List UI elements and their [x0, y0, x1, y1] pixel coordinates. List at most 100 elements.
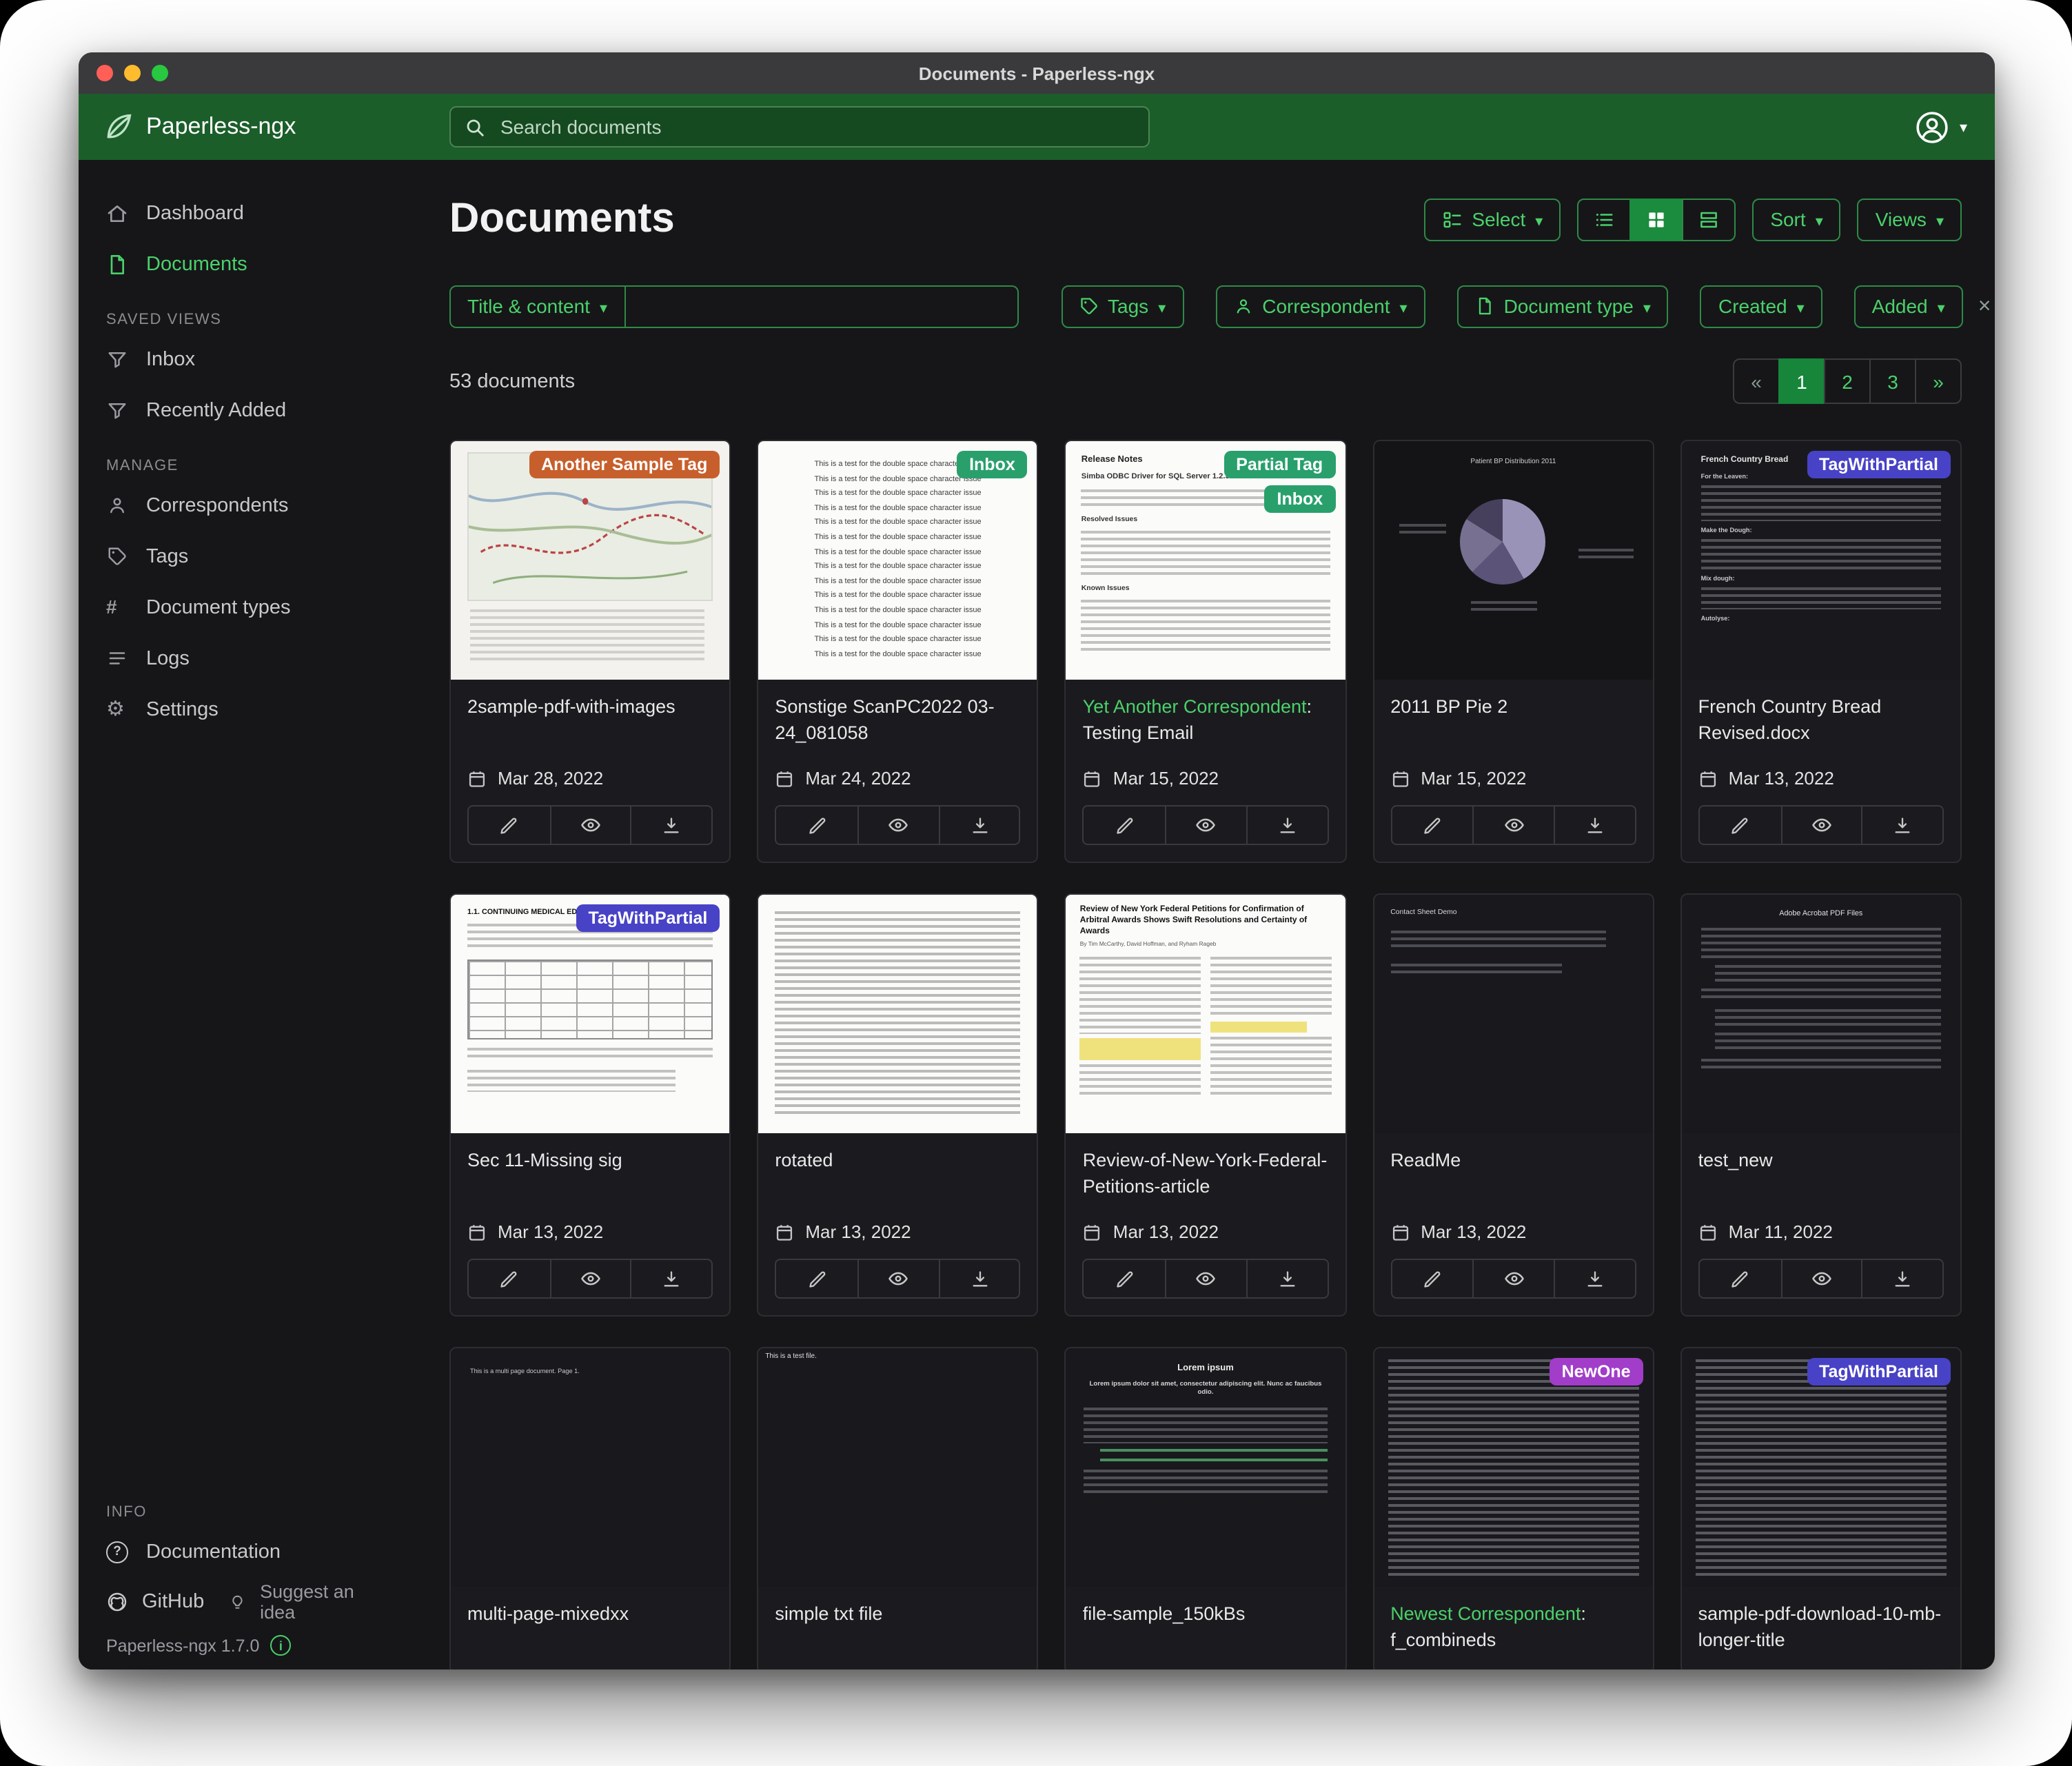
- sidebar-item-recently-added[interactable]: Recently Added: [79, 385, 416, 436]
- document-card[interactable]: This is a test file. simple txt file: [757, 1347, 1038, 1669]
- tag-badge[interactable]: Partial Tag: [1223, 451, 1335, 478]
- download-button[interactable]: [1554, 1260, 1634, 1297]
- document-thumbnail[interactable]: This is a test file.: [758, 1348, 1037, 1587]
- document-card[interactable]: Review of New York Federal Petitions for…: [1065, 893, 1346, 1317]
- document-thumbnail[interactable]: NewOne: [1374, 1348, 1652, 1587]
- sidebar-item-logs[interactable]: Logs: [79, 633, 416, 684]
- github-link[interactable]: GitHub: [106, 1591, 204, 1613]
- search-input[interactable]: [498, 114, 1135, 139]
- document-thumbnail[interactable]: This is a multi page document. Page 1.: [451, 1348, 729, 1587]
- sidebar-item-tags[interactable]: Tags: [79, 531, 416, 582]
- edit-button[interactable]: [1700, 1260, 1780, 1297]
- view-button[interactable]: [857, 1260, 938, 1297]
- document-card[interactable]: This is a multi page document. Page 1. m…: [449, 1347, 731, 1669]
- document-card[interactable]: Release Notes Simba ODBC Driver for SQL …: [1065, 440, 1346, 863]
- document-card[interactable]: French Country Bread For the Leaven: Mak…: [1680, 440, 1962, 863]
- list-view-button[interactable]: [1577, 198, 1631, 241]
- info-icon[interactable]: i: [270, 1635, 291, 1656]
- document-card[interactable]: Patient BP Distribution 2011 2011 BP Pie…: [1372, 440, 1654, 863]
- select-button[interactable]: Select: [1423, 198, 1561, 241]
- global-search[interactable]: [449, 106, 1150, 148]
- view-button[interactable]: [1780, 806, 1861, 844]
- edit-button[interactable]: [1700, 806, 1780, 844]
- view-button[interactable]: [1165, 1260, 1246, 1297]
- document-thumbnail[interactable]: Adobe Acrobat PDF Files: [1682, 895, 1960, 1133]
- document-title[interactable]: sample-pdf-download-10-mb-longer-title: [1698, 1601, 1944, 1656]
- document-thumbnail[interactable]: TagWithPartial: [1682, 1348, 1960, 1587]
- tag-badge[interactable]: TagWithPartial: [1807, 1358, 1951, 1386]
- document-thumbnail[interactable]: Contact Sheet Demo: [1374, 895, 1652, 1133]
- document-title[interactable]: Sonstige ScanPC2022 03-24_081058: [775, 693, 1020, 749]
- pagination-page-2[interactable]: 2: [1824, 358, 1871, 404]
- filter-document-type-button[interactable]: Document type: [1457, 285, 1669, 327]
- document-thumbnail[interactable]: Another Sample Tag: [451, 441, 729, 680]
- document-card[interactable]: Another Sample Tag 2sample-pdf-with-imag…: [449, 440, 731, 863]
- filter-text-input[interactable]: [625, 285, 1018, 327]
- download-button[interactable]: [1246, 1260, 1327, 1297]
- user-menu[interactable]: [1916, 110, 1967, 144]
- view-button[interactable]: [549, 806, 630, 844]
- document-card[interactable]: rotated Mar 13, 2022: [757, 893, 1038, 1317]
- document-title[interactable]: Yet Another Correspondent: Testing Email: [1083, 693, 1328, 749]
- document-thumbnail[interactable]: Patient BP Distribution 2011: [1374, 441, 1652, 680]
- views-button[interactable]: Views: [1858, 198, 1962, 241]
- tag-badge[interactable]: TagWithPartial: [1807, 451, 1951, 478]
- document-card[interactable]: 1.1. CONTINUING MEDICAL EDUCA TagWithPar…: [449, 893, 731, 1317]
- edit-button[interactable]: [469, 1260, 549, 1297]
- sidebar-item-correspondents[interactable]: Correspondents: [79, 480, 416, 531]
- view-button[interactable]: [1165, 806, 1246, 844]
- document-title[interactable]: test_new: [1698, 1147, 1944, 1202]
- sidebar-item-inbox[interactable]: Inbox: [79, 334, 416, 385]
- document-title[interactable]: French Country Bread Revised.docx: [1698, 693, 1944, 749]
- tag-badge[interactable]: NewOne: [1550, 1358, 1643, 1386]
- filter-field-button[interactable]: Title & content: [449, 285, 625, 327]
- document-title[interactable]: rotated: [775, 1147, 1020, 1202]
- edit-button[interactable]: [776, 806, 857, 844]
- pagination-prev-button[interactable]: «: [1733, 358, 1780, 404]
- filter-created-button[interactable]: Created: [1700, 285, 1822, 327]
- download-button[interactable]: [1862, 806, 1942, 844]
- download-button[interactable]: [1554, 806, 1634, 844]
- download-button[interactable]: [631, 1260, 711, 1297]
- sort-button[interactable]: Sort: [1752, 198, 1840, 241]
- view-button[interactable]: [857, 806, 938, 844]
- pagination-page-1[interactable]: 1: [1778, 358, 1825, 404]
- document-card[interactable]: Lorem ipsum Lorem ipsum dolor sit amet, …: [1065, 1347, 1346, 1669]
- document-thumbnail[interactable]: Review of New York Federal Petitions for…: [1066, 895, 1345, 1133]
- document-thumbnail[interactable]: Release Notes Simba ODBC Driver for SQL …: [1066, 441, 1345, 680]
- edit-button[interactable]: [776, 1260, 857, 1297]
- minimize-button[interactable]: [124, 65, 141, 81]
- download-button[interactable]: [631, 806, 711, 844]
- filter-tags-button[interactable]: Tags: [1061, 285, 1184, 327]
- download-button[interactable]: [1246, 806, 1327, 844]
- tag-badge[interactable]: Inbox: [1265, 485, 1336, 513]
- download-button[interactable]: [938, 806, 1019, 844]
- document-title[interactable]: simple txt file: [775, 1601, 1020, 1656]
- document-card[interactable]: TagWithPartial sample-pdf-download-10-mb…: [1680, 1347, 1962, 1669]
- document-thumbnail[interactable]: Lorem ipsum Lorem ipsum dolor sit amet, …: [1066, 1348, 1345, 1587]
- tag-badge[interactable]: TagWithPartial: [576, 904, 720, 932]
- document-card[interactable]: Adobe Acrobat PDF Files: [1680, 893, 1962, 1317]
- document-card[interactable]: NewOne Newest Correspondent: f_combineds: [1372, 1347, 1654, 1669]
- detail-view-button[interactable]: [1682, 198, 1736, 241]
- document-title[interactable]: file-sample_150kBs: [1083, 1601, 1328, 1656]
- document-title[interactable]: ReadMe: [1390, 1147, 1636, 1202]
- filter-added-button[interactable]: Added: [1854, 285, 1963, 327]
- document-thumbnail[interactable]: French Country Bread For the Leaven: Mak…: [1682, 441, 1960, 680]
- download-button[interactable]: [1862, 1260, 1942, 1297]
- tag-badge[interactable]: Another Sample Tag: [529, 451, 720, 478]
- edit-button[interactable]: [1084, 806, 1165, 844]
- document-card[interactable]: This is a test for the double space char…: [757, 440, 1038, 863]
- brand[interactable]: Paperless-ngx: [79, 112, 296, 142]
- document-title[interactable]: 2sample-pdf-with-images: [467, 693, 713, 749]
- correspondent-link[interactable]: Yet Another Correspondent: [1083, 696, 1307, 717]
- suggest-idea-link[interactable]: Suggest an idea: [229, 1581, 389, 1623]
- pagination-page-3[interactable]: 3: [1869, 358, 1916, 404]
- grid-view-button[interactable]: [1629, 198, 1683, 241]
- reset-filters-button[interactable]: Reset filters: [1978, 284, 1995, 328]
- document-title[interactable]: 2011 BP Pie 2: [1390, 693, 1636, 749]
- view-button[interactable]: [549, 1260, 630, 1297]
- edit-button[interactable]: [469, 806, 549, 844]
- zoom-button[interactable]: [152, 65, 168, 81]
- document-title[interactable]: multi-page-mixedxx: [467, 1601, 713, 1656]
